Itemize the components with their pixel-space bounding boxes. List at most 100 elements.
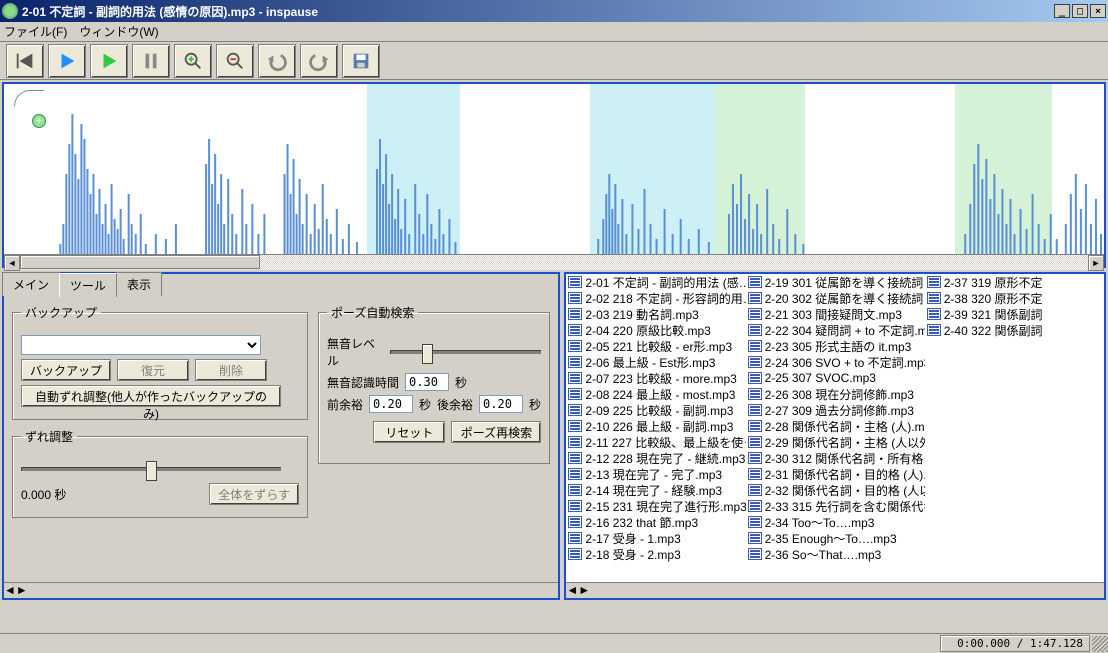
shift-all-button[interactable]: 全体をずらす bbox=[209, 483, 299, 505]
file-item[interactable]: 2-31 関係代名詞・目的格 (人).m… bbox=[746, 466, 925, 482]
play-button[interactable] bbox=[48, 44, 86, 78]
file-item[interactable]: 2-19 301 従属節を導く接続詞 - 1… bbox=[746, 274, 925, 290]
file-item[interactable]: 2-12 228 現在完了 - 継続.mp3 bbox=[566, 450, 745, 466]
file-item[interactable]: 2-01 不定詞 - 副詞的用法 (感… bbox=[566, 274, 745, 290]
file-item[interactable]: 2-34 Too～To….mp3 bbox=[746, 514, 925, 530]
file-name: 2-04 220 原級比較.mp3 bbox=[585, 322, 710, 338]
tab-view[interactable]: 表示 bbox=[116, 272, 162, 296]
file-item[interactable]: 2-14 現在完了 - 経験.mp3 bbox=[566, 482, 745, 498]
menu-window[interactable]: ウィンドウ(W) bbox=[79, 23, 158, 40]
tab-tool[interactable]: ツール bbox=[59, 273, 117, 297]
pause-button[interactable] bbox=[132, 44, 170, 78]
left-panel-scrollbar[interactable]: ◄ ► bbox=[4, 582, 558, 598]
file-name: 2-13 現在完了 - 完了.mp3 bbox=[585, 466, 722, 482]
delete-button[interactable]: 削除 bbox=[195, 359, 267, 381]
auto-adjust-button[interactable]: 自動ずれ調整(他人が作ったバックアップのみ) bbox=[21, 385, 281, 407]
file-item[interactable]: 2-36 So～That….mp3 bbox=[746, 546, 925, 562]
file-icon bbox=[568, 500, 582, 512]
reset-button[interactable]: リセット bbox=[373, 421, 445, 443]
scroll-left-icon[interactable]: ◄ bbox=[4, 255, 20, 271]
file-item[interactable]: 2-24 306 SVO + to 不定詞.mp3 bbox=[746, 354, 925, 370]
file-icon bbox=[748, 404, 762, 416]
save-button[interactable] bbox=[342, 44, 380, 78]
file-item[interactable]: 2-03 219 動名詞.mp3 bbox=[566, 306, 745, 322]
file-item[interactable]: 2-10 226 最上級 - 副詞.mp3 bbox=[566, 418, 745, 434]
file-item[interactable]: 2-17 受身 - 1.mp3 bbox=[566, 530, 745, 546]
restore-button[interactable]: 復元 bbox=[117, 359, 189, 381]
file-name: 2-09 225 比較級 - 副詞.mp3 bbox=[585, 402, 733, 418]
maximize-button[interactable]: □ bbox=[1072, 4, 1088, 18]
scroll-right-icon[interactable]: ► bbox=[1088, 255, 1104, 271]
file-list[interactable]: 2-01 不定詞 - 副詞的用法 (感…2-02 218 不定詞 - 形容詞的用… bbox=[566, 274, 1104, 568]
file-item[interactable]: 2-33 315 先行詞を含む関係代名… bbox=[746, 498, 925, 514]
file-icon bbox=[568, 468, 582, 480]
file-item[interactable]: 2-40 322 関係副詞 bbox=[925, 322, 1104, 338]
file-icon bbox=[748, 452, 762, 464]
zoom-out-button[interactable] bbox=[216, 44, 254, 78]
scroll-right-icon[interactable]: ► bbox=[16, 583, 28, 598]
undo-button[interactable] bbox=[258, 44, 296, 78]
pre-margin-input[interactable] bbox=[369, 395, 413, 413]
shift-slider[interactable] bbox=[21, 467, 281, 471]
minimize-button[interactable]: _ bbox=[1054, 4, 1070, 18]
file-item[interactable]: 2-35 Enough～To….mp3 bbox=[746, 530, 925, 546]
file-item[interactable]: 2-09 225 比較級 - 副詞.mp3 bbox=[566, 402, 745, 418]
waveform-scrollbar[interactable]: ◄ ► bbox=[4, 254, 1104, 270]
research-button[interactable]: ポーズ再検索 bbox=[451, 421, 541, 443]
menu-file[interactable]: ファイル(F) bbox=[4, 23, 67, 40]
file-name: 2-34 Too～To….mp3 bbox=[765, 514, 875, 530]
scroll-left-icon[interactable]: ◄ bbox=[566, 583, 578, 598]
file-item[interactable]: 2-30 312 関係代名詞・所有格 w… bbox=[746, 450, 925, 466]
silence-time-input[interactable] bbox=[405, 373, 449, 391]
file-item[interactable]: 2-26 308 現在分詞修飾.mp3 bbox=[746, 386, 925, 402]
file-item[interactable]: 2-32 関係代名詞・目的格 (人以… bbox=[746, 482, 925, 498]
file-icon bbox=[748, 372, 762, 384]
file-item[interactable]: 2-20 302 従属節を導く接続詞 - 2… bbox=[746, 290, 925, 306]
file-item[interactable]: 2-39 321 関係副詞 bbox=[925, 306, 1104, 322]
file-item[interactable]: 2-22 304 疑問詞 + to 不定詞.mp3 bbox=[746, 322, 925, 338]
file-item[interactable]: 2-16 232 that 節.mp3 bbox=[566, 514, 745, 530]
file-name: 2-14 現在完了 - 経験.mp3 bbox=[585, 482, 722, 498]
file-item[interactable]: 2-28 関係代名詞・主格 (人).mp3 bbox=[746, 418, 925, 434]
silence-level-slider[interactable] bbox=[390, 350, 542, 354]
file-name: 2-39 321 関係副詞 bbox=[944, 306, 1043, 322]
file-item[interactable]: 2-06 最上級 - Est形.mp3 bbox=[566, 354, 745, 370]
backup-combo[interactable] bbox=[21, 335, 261, 355]
file-item[interactable]: 2-02 218 不定詞 - 形容詞的用… bbox=[566, 290, 745, 306]
file-icon bbox=[748, 420, 762, 432]
close-button[interactable]: × bbox=[1090, 4, 1106, 18]
file-item[interactable]: 2-15 231 現在完了進行形.mp3 bbox=[566, 498, 745, 514]
backup-button[interactable]: バックアップ bbox=[21, 359, 111, 381]
file-item[interactable]: 2-38 320 原形不定 bbox=[925, 290, 1104, 306]
file-name: 2-10 226 最上級 - 副詞.mp3 bbox=[585, 418, 733, 434]
file-item[interactable]: 2-29 関係代名詞・主格 (人以外… bbox=[746, 434, 925, 450]
file-list-panel: 2-01 不定詞 - 副詞的用法 (感…2-02 218 不定詞 - 形容詞的用… bbox=[564, 272, 1106, 600]
file-item[interactable]: 2-37 319 原形不定 bbox=[925, 274, 1104, 290]
file-item[interactable]: 2-27 309 過去分詞修飾.mp3 bbox=[746, 402, 925, 418]
file-item[interactable]: 2-04 220 原級比較.mp3 bbox=[566, 322, 745, 338]
file-item[interactable]: 2-11 227 比較級、最上級を使った… bbox=[566, 434, 745, 450]
zoom-in-button[interactable] bbox=[174, 44, 212, 78]
file-item[interactable]: 2-08 224 最上級 - most.mp3 bbox=[566, 386, 745, 402]
waveform[interactable]: + bbox=[4, 84, 1104, 254]
redo-button[interactable] bbox=[300, 44, 338, 78]
file-item[interactable]: 2-21 303 間接疑問文.mp3 bbox=[746, 306, 925, 322]
skip-back-button[interactable] bbox=[6, 44, 44, 78]
file-item[interactable]: 2-07 223 比較級 - more.mp3 bbox=[566, 370, 745, 386]
file-icon bbox=[748, 308, 762, 320]
sec-label-2: 秒 bbox=[419, 396, 431, 413]
tab-main[interactable]: メイン bbox=[2, 272, 60, 296]
file-item[interactable]: 2-13 現在完了 - 完了.mp3 bbox=[566, 466, 745, 482]
post-margin-input[interactable] bbox=[479, 395, 523, 413]
scroll-thumb[interactable] bbox=[20, 255, 260, 269]
file-item[interactable]: 2-25 307 SVOC.mp3 bbox=[746, 370, 925, 386]
file-item[interactable]: 2-18 受身 - 2.mp3 bbox=[566, 546, 745, 562]
backup-group: バックアップ バックアップ 復元 削除 自動ずれ調整(他人が作ったバックアップの… bbox=[12, 304, 308, 420]
scroll-right-icon[interactable]: ► bbox=[578, 583, 590, 598]
play-green-button[interactable] bbox=[90, 44, 128, 78]
file-item[interactable]: 2-05 221 比較級 - er形.mp3 bbox=[566, 338, 745, 354]
scroll-left-icon[interactable]: ◄ bbox=[4, 583, 16, 598]
file-list-scrollbar[interactable]: ◄ ► bbox=[566, 582, 1104, 598]
file-item[interactable]: 2-23 305 形式主語の it.mp3 bbox=[746, 338, 925, 354]
resize-grip-icon[interactable] bbox=[1092, 636, 1108, 652]
